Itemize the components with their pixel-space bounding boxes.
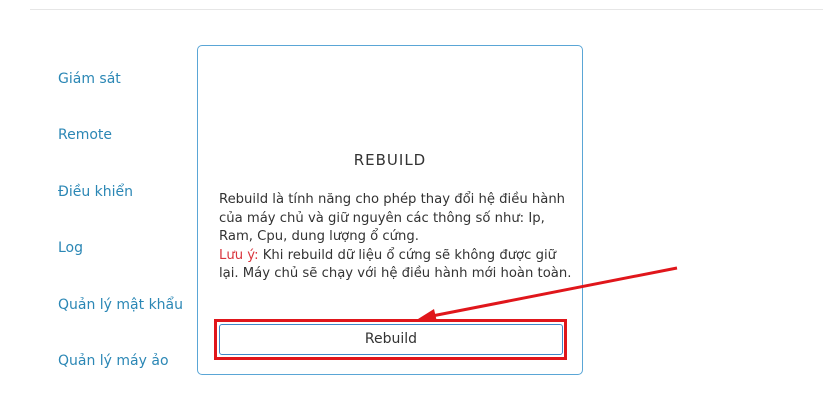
card-title: REBUILD	[353, 151, 427, 169]
card-description: Rebuild là tính năng cho phép thay đổi h…	[219, 191, 574, 284]
rebuild-button[interactable]: Rebuild	[219, 324, 563, 355]
sidebar-item-quan-ly-mat-khau[interactable]: Quản lý mật khẩu	[58, 296, 183, 314]
sidebar-item-remote[interactable]: Remote	[58, 126, 112, 144]
sidebar-item-log[interactable]: Log	[58, 239, 83, 257]
sidebar-item-quan-ly-may-ao[interactable]: Quản lý máy ảo	[58, 352, 169, 370]
note-label: Lưu ý:	[219, 247, 259, 263]
note-text: Khi rebuild dữ liệu ổ cứng sẽ không được…	[219, 247, 572, 282]
sidebar-item-dieu-khien[interactable]: Điều khiển	[58, 183, 133, 201]
sidebar-item-giam-sat[interactable]: Giám sát	[58, 70, 121, 88]
description-text: Rebuild là tính năng cho phép thay đổi h…	[219, 192, 566, 244]
top-divider	[30, 9, 823, 10]
